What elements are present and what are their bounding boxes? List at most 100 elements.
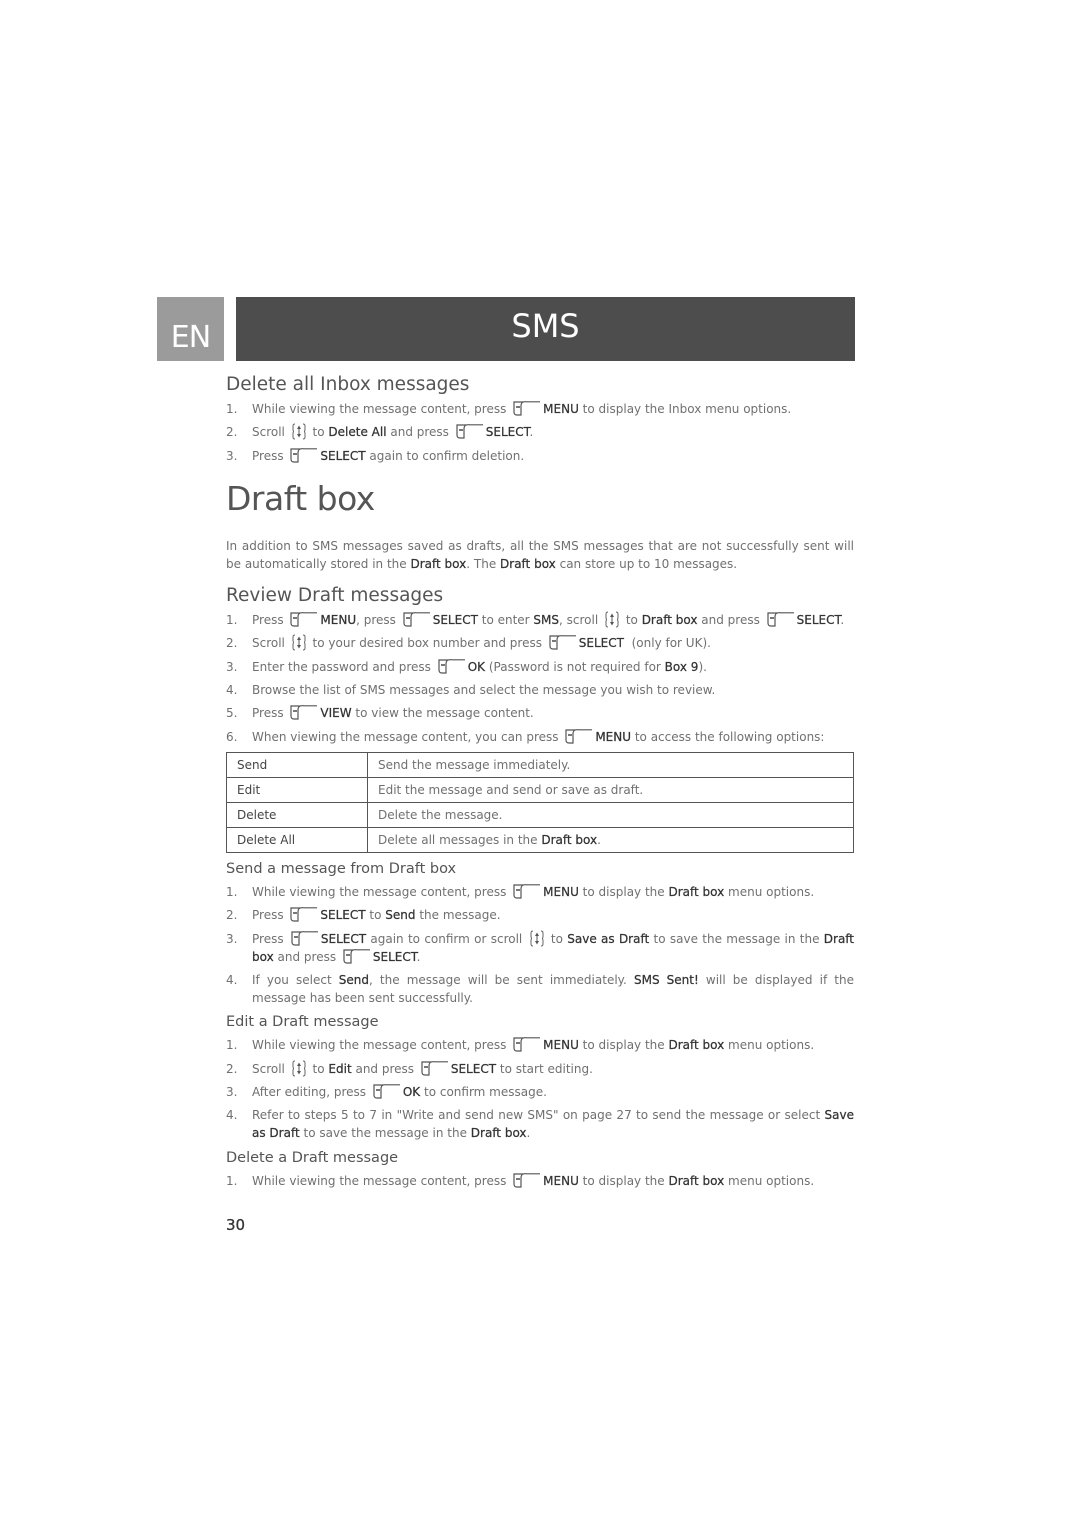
option-description: Edit the message and send or save as dra… xyxy=(367,776,854,803)
key-label: SELECT xyxy=(320,931,367,946)
option-description: Delete all messages in the Draft box. xyxy=(367,826,854,853)
step-text: , scroll xyxy=(559,612,602,627)
list-item: 1. While viewing the message content, pre… xyxy=(226,400,854,418)
step-text: Refer to steps 5 to 7 in "Write and send… xyxy=(252,1108,825,1123)
term: Save as Draft xyxy=(567,931,650,946)
left-softkey-icon xyxy=(513,1173,541,1188)
step-number: 4. xyxy=(226,682,238,697)
description-text: Delete all messages in the xyxy=(378,832,542,847)
step-text: , press xyxy=(356,612,400,627)
left-softkey-icon xyxy=(290,448,318,463)
step-text: to display the xyxy=(578,1173,669,1188)
term: Draft box xyxy=(668,1173,725,1188)
left-softkey-icon xyxy=(291,931,319,946)
steps-list: 1. While viewing the message content, pre… xyxy=(226,1036,854,1142)
key-label: MENU xyxy=(320,612,357,627)
option-name: Edit xyxy=(226,776,368,803)
steps-list: 1. While viewing the message content, pre… xyxy=(226,400,854,465)
key-label: SELECT xyxy=(320,908,366,923)
key-label: SELECT xyxy=(320,448,366,463)
step-text: ). xyxy=(698,659,707,674)
description-text: . xyxy=(597,832,601,847)
left-softkey-icon xyxy=(513,401,541,416)
term: Edit xyxy=(328,1061,352,1076)
list-item: 2. Scroll to Delete All and press SELECT. xyxy=(226,423,854,441)
step-text: Press xyxy=(252,931,288,946)
option-name: Delete xyxy=(226,801,368,828)
step-text: to display the Inbox menu options. xyxy=(578,402,792,416)
step-text: again to confirm or scroll xyxy=(366,931,527,946)
list-item: 3. Press SELECT again to confirm or scrol… xyxy=(226,930,854,966)
scroll-key-icon xyxy=(292,1060,306,1077)
left-softkey-icon xyxy=(456,424,484,439)
step-text: to xyxy=(308,1061,329,1076)
step-number: 5. xyxy=(226,706,238,721)
term: Draft box xyxy=(470,1126,527,1141)
option-description: Delete the message. xyxy=(367,801,854,828)
option-description: Send the message immediately. xyxy=(367,751,854,778)
step-text: While viewing the message content, press xyxy=(252,1173,511,1188)
list-item: 2. Scroll to your desired box number and … xyxy=(226,634,854,652)
term: Draft box xyxy=(410,556,467,571)
list-item: 3. Enter the password and press OK (Passw… xyxy=(226,658,854,676)
list-item: 2. Press SELECT to Send the message. xyxy=(226,906,854,924)
step-text: to xyxy=(546,931,568,946)
key-label: MENU xyxy=(543,1173,579,1188)
step-text: to display the xyxy=(578,1038,669,1053)
key-label: MENU xyxy=(543,1038,579,1053)
option-name: Delete All xyxy=(226,826,368,853)
section-delete-all-inbox: Delete all Inbox messages 1. While viewin… xyxy=(226,372,854,465)
section-delete-draft: Delete a Draft message 1. While viewing t… xyxy=(226,1147,854,1190)
menu-item-label: Delete All xyxy=(328,425,387,440)
step-text: and press xyxy=(351,1061,418,1076)
step-text: to display the xyxy=(578,884,669,899)
key-label: SELECT xyxy=(432,612,478,627)
step-text: and press xyxy=(697,612,764,627)
table-row: Edit Edit the message and send or save as… xyxy=(226,776,854,803)
step-number: 1. xyxy=(226,1173,238,1188)
language-tab: EN xyxy=(157,297,224,361)
step-text: and press xyxy=(386,425,453,440)
step-number: 4. xyxy=(226,972,238,987)
status-message: SMS Sent! xyxy=(633,972,699,987)
intro-text: . The xyxy=(466,556,501,571)
page-number: 30 xyxy=(226,1216,246,1234)
step-number: 2. xyxy=(226,908,238,923)
list-item: 4. If you select Send, the message will b… xyxy=(226,971,854,1007)
scroll-key-icon xyxy=(292,634,306,651)
term: Draft box xyxy=(641,612,698,627)
step-number: 3. xyxy=(226,659,238,674)
step-text: menu options. xyxy=(724,1173,815,1188)
intro-paragraph: In addition to SMS messages saved as dra… xyxy=(226,537,854,573)
key-label: MENU xyxy=(543,402,579,416)
left-softkey-icon xyxy=(767,612,795,627)
step-text: to your desired box number and press xyxy=(308,636,546,651)
step-text: Scroll xyxy=(252,425,289,440)
term: SMS xyxy=(533,612,560,627)
subsection-title: Edit a Draft message xyxy=(226,1014,379,1031)
step-text: to view the message content. xyxy=(351,706,534,721)
term: Box 9 xyxy=(664,659,699,674)
option-name: Send xyxy=(226,751,368,778)
section-title: Review Draft messages xyxy=(226,584,444,606)
list-item: 5. Press VIEW to view the message content… xyxy=(226,704,854,722)
section-review-draft: Review Draft messages 1. Press MENU, pres… xyxy=(226,583,854,853)
step-text: menu options. xyxy=(724,884,815,899)
section-edit-draft: Edit a Draft message 1. While viewing the… xyxy=(226,1011,854,1142)
language-label: EN xyxy=(170,320,211,355)
key-label: VIEW xyxy=(320,706,352,721)
term: Draft box xyxy=(668,1038,725,1053)
table-row: Send Send the message immediately. xyxy=(226,751,854,778)
term: Draft box xyxy=(500,556,556,571)
table-row: Delete Delete the message. xyxy=(226,801,854,828)
key-label: MENU xyxy=(543,884,579,899)
key-label: OK xyxy=(467,659,486,674)
step-number: 2. xyxy=(226,636,238,651)
step-text: to access the following options: xyxy=(631,729,825,744)
step-text: and press xyxy=(273,949,340,964)
left-softkey-icon xyxy=(290,612,318,627)
list-item: 3. After editing, press OK to confirm mes… xyxy=(226,1083,854,1101)
step-text: Scroll xyxy=(252,1061,289,1076)
list-item: 2. Scroll to Edit and press SELECT to sta… xyxy=(226,1060,854,1078)
step-text: to xyxy=(622,612,642,627)
